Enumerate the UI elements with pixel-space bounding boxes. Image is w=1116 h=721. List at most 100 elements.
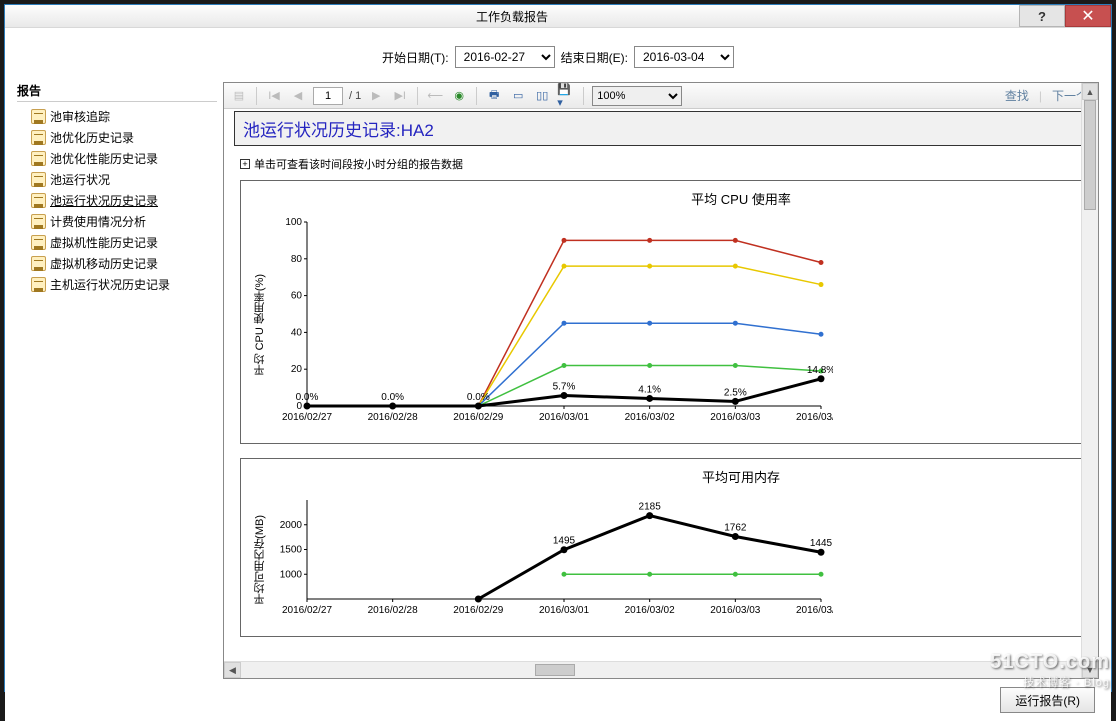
svg-text:2016/03/04: 2016/03/04 — [796, 605, 833, 616]
svg-text:2.5%: 2.5% — [724, 387, 747, 398]
sidebar-item[interactable]: 池优化历史记录 — [17, 127, 217, 148]
svg-text:2016/03/03: 2016/03/03 — [710, 605, 760, 616]
chart-svg: 0204060801002016/02/272016/02/282016/02/… — [273, 212, 833, 432]
end-date-label: 结束日期(E): — [561, 49, 628, 66]
stop-button[interactable]: ◉ — [450, 87, 468, 105]
sidebar-item-label: 计费使用情况分析 — [50, 213, 146, 230]
report-icon — [31, 130, 46, 145]
sidebar-item[interactable]: 池运行状况 — [17, 169, 217, 190]
report-icon — [31, 172, 46, 187]
sidebar-item-label: 池优化性能历史记录 — [50, 150, 158, 167]
svg-text:1445: 1445 — [810, 538, 833, 549]
svg-text:1500: 1500 — [280, 545, 303, 556]
separator — [256, 87, 257, 105]
scroll-up-icon[interactable]: ▲ — [1082, 83, 1098, 100]
scroll-down-icon[interactable]: ▼ — [1082, 661, 1098, 678]
sidebar-title: 报告 — [17, 82, 217, 102]
page-total: / 1 — [349, 90, 361, 102]
svg-text:2016/03/01: 2016/03/01 — [539, 605, 589, 616]
sidebar-item[interactable]: 计费使用情况分析 — [17, 211, 217, 232]
find-link[interactable]: 查找 — [1001, 87, 1033, 104]
layout-icon[interactable]: ▤ — [230, 87, 248, 105]
page-setup-button[interactable]: ▯▯ — [533, 87, 551, 105]
chart-y-axis-label: 平均可用内存(MB) — [247, 490, 273, 630]
titlebar: 工作负载报告 ? ✕ — [5, 5, 1111, 28]
svg-text:2016/03/02: 2016/03/02 — [625, 605, 675, 616]
page-input[interactable] — [313, 87, 343, 105]
svg-text:2016/03/04: 2016/03/04 — [796, 412, 833, 423]
prev-page-button[interactable]: ◀ — [289, 87, 307, 105]
sidebar-item-label: 池优化历史记录 — [50, 129, 134, 146]
svg-text:1000: 1000 — [280, 569, 303, 580]
window: 工作负载报告 ? ✕ 开始日期(T): 2016-02-27 结束日期(E): … — [4, 4, 1112, 692]
report-icon — [31, 256, 46, 271]
first-page-button[interactable]: I◀ — [265, 87, 283, 105]
end-date-select[interactable]: 2016-03-04 — [634, 46, 734, 68]
scroll-thumb[interactable] — [1084, 100, 1096, 210]
svg-text:2016/03/01: 2016/03/01 — [539, 412, 589, 423]
sidebar-item-label: 池运行状况历史记录 — [50, 192, 158, 209]
footer: 运行报告(R) — [17, 679, 1099, 713]
report-body[interactable]: 池运行状况历史记录:HA2 + 单击可查看该时间段按小时分组的报告数据 平均 C… — [224, 109, 1098, 661]
report-icon — [31, 109, 46, 124]
sidebar-item-label: 池运行状况 — [50, 171, 110, 188]
close-button[interactable]: ✕ — [1065, 5, 1111, 27]
sidebar-item[interactable]: 池审核追踪 — [17, 106, 217, 127]
svg-text:0.0%: 0.0% — [381, 392, 404, 403]
svg-text:0.0%: 0.0% — [296, 392, 319, 403]
report-icon — [31, 235, 46, 250]
chart-panel: 平均可用内存 平均可用内存(MB) 1000150020002016/02/27… — [240, 458, 1098, 637]
report-tree: 池审核追踪 池优化历史记录 池优化性能历史记录 池运行状况 池运行状况历史记录 … — [17, 106, 217, 295]
chart-panel: 平均 CPU 使用率 平均 CPU 使用率(%) 020406080100201… — [240, 180, 1098, 444]
print-layout-button[interactable]: ▭ — [509, 87, 527, 105]
print-button[interactable]: 🖶 — [485, 87, 503, 105]
scroll-left-icon[interactable]: ◀ — [224, 662, 241, 678]
sidebar-item[interactable]: 虚拟机性能历史记录 — [17, 232, 217, 253]
sidebar: 报告 池审核追踪 池优化历史记录 池优化性能历史记录 池运行状况 池运行状况历史… — [17, 82, 217, 679]
back-button[interactable]: ⟵ — [426, 87, 444, 105]
last-page-button[interactable]: ▶I — [391, 87, 409, 105]
sidebar-item-label: 虚拟机移动历史记录 — [50, 255, 158, 272]
report-icon — [31, 193, 46, 208]
separator — [417, 87, 418, 105]
separator — [583, 87, 584, 105]
chart-title: 平均 CPU 使用率 — [247, 189, 1098, 208]
run-report-button[interactable]: 运行报告(R) — [1000, 687, 1095, 713]
start-date-select[interactable]: 2016-02-27 — [455, 46, 555, 68]
svg-text:2000: 2000 — [280, 520, 303, 531]
export-button[interactable]: 💾▾ — [557, 87, 575, 105]
sidebar-item[interactable]: 池优化性能历史记录 — [17, 148, 217, 169]
help-button[interactable]: ? — [1019, 5, 1065, 27]
report-toolbar: ▤ I◀ ◀ / 1 ▶ ▶I ⟵ ◉ 🖶 ▭ ▯▯ 💾▾ — [224, 83, 1098, 109]
svg-text:2016/03/03: 2016/03/03 — [710, 412, 760, 423]
sidebar-item-label: 池审核追踪 — [50, 108, 110, 125]
report-title: 池运行状况历史记录:HA2 — [234, 111, 1098, 146]
svg-text:60: 60 — [291, 291, 303, 302]
svg-text:2185: 2185 — [639, 502, 662, 513]
date-filter-row: 开始日期(T): 2016-02-27 结束日期(E): 2016-03-04 — [17, 46, 1099, 68]
sidebar-item-label: 主机运行状况历史记录 — [50, 276, 170, 293]
expand-hint-text: 单击可查看该时间段按小时分组的报告数据 — [254, 156, 463, 172]
svg-text:2016/02/28: 2016/02/28 — [368, 605, 418, 616]
svg-text:1495: 1495 — [553, 536, 576, 547]
svg-text:2016/02/28: 2016/02/28 — [368, 412, 418, 423]
scroll-thumb-h[interactable] — [535, 664, 575, 676]
sidebar-item[interactable]: 主机运行状况历史记录 — [17, 274, 217, 295]
sidebar-item[interactable]: 虚拟机移动历史记录 — [17, 253, 217, 274]
chart-svg: 1000150020002016/02/272016/02/282016/02/… — [273, 490, 833, 625]
separator — [476, 87, 477, 105]
report-icon — [31, 214, 46, 229]
titlebar-buttons: ? ✕ — [1019, 5, 1111, 27]
chart-y-axis-label: 平均 CPU 使用率(%) — [247, 212, 273, 437]
next-page-button[interactable]: ▶ — [367, 87, 385, 105]
svg-text:0.0%: 0.0% — [467, 392, 490, 403]
vertical-scrollbar[interactable]: ▲ ▼ — [1081, 83, 1098, 678]
svg-text:1762: 1762 — [724, 523, 747, 534]
horizontal-scrollbar[interactable]: ◀ ▶ — [224, 661, 1098, 678]
zoom-select[interactable]: 100% — [592, 86, 682, 106]
sidebar-item-label: 虚拟机性能历史记录 — [50, 234, 158, 251]
expand-icon[interactable]: + — [240, 159, 250, 169]
svg-text:2016/02/27: 2016/02/27 — [282, 605, 332, 616]
sidebar-item[interactable]: 池运行状况历史记录 — [17, 190, 217, 211]
svg-text:80: 80 — [291, 254, 303, 265]
